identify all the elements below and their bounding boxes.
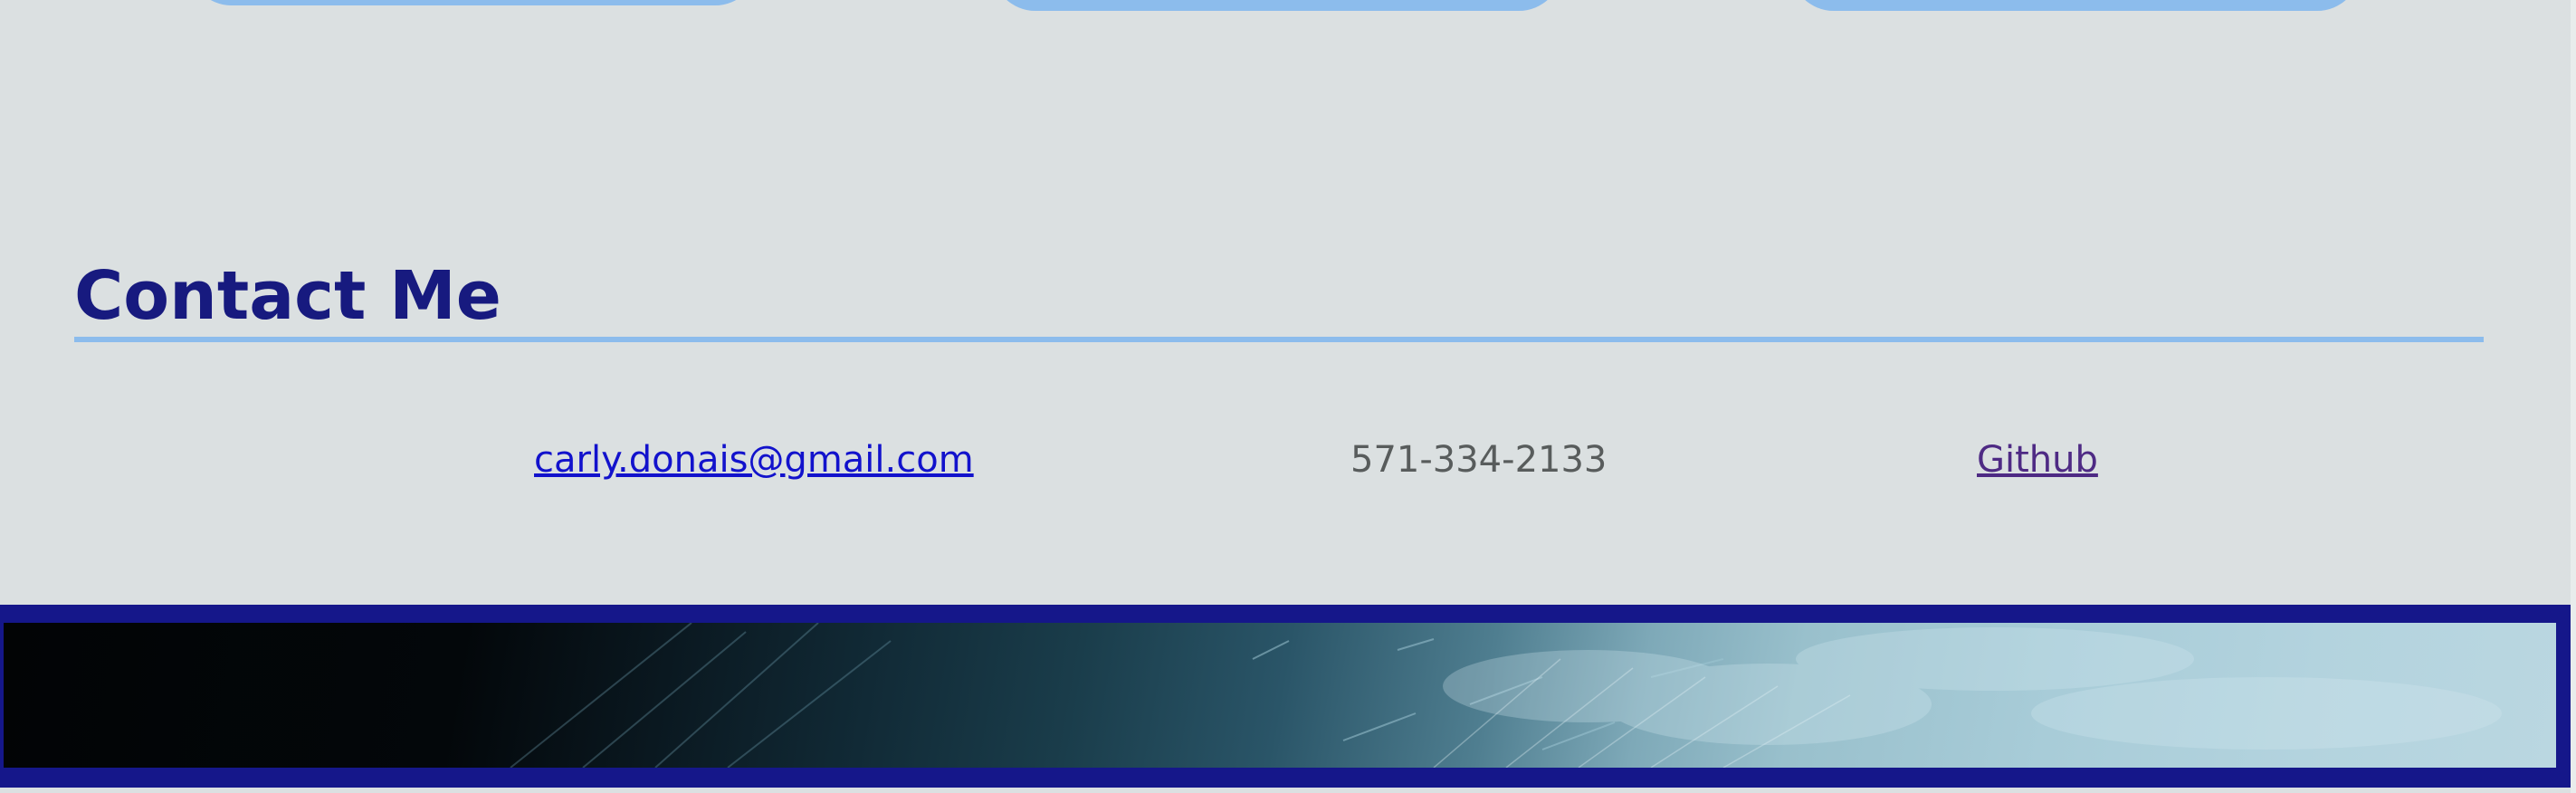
project-card-bottom[interactable]: [992, 0, 1562, 11]
footer-feather-image: [4, 623, 2556, 768]
contact-links: carly.donais@gmail.com 571-334-2133 Gith…: [0, 433, 2576, 487]
phone-number: 571-334-2133: [1350, 439, 1608, 481]
page: Contact Me carly.donais@gmail.com 571-33…: [0, 0, 2576, 793]
project-card-bottom[interactable]: [1790, 0, 2361, 11]
contact-title: Contact Me: [74, 257, 501, 335]
project-card-bottom[interactable]: [188, 0, 758, 5]
page-scrollbar[interactable]: [2571, 0, 2576, 793]
footer: [0, 605, 2576, 788]
contact-section: Contact Me: [74, 263, 2484, 342]
github-link[interactable]: Github: [1977, 433, 2098, 487]
email-link[interactable]: carly.donais@gmail.com: [534, 433, 974, 487]
feather-texture: [510, 623, 2502, 768]
contact-divider: [74, 337, 2484, 342]
